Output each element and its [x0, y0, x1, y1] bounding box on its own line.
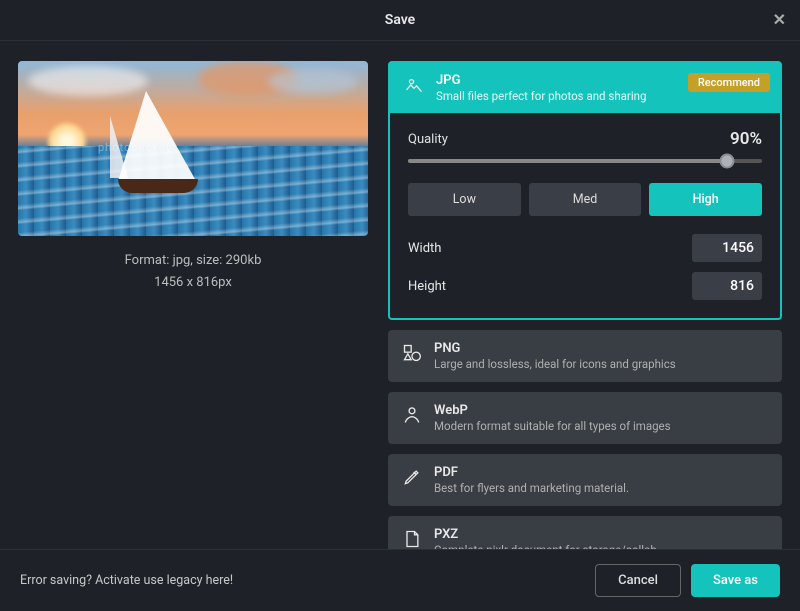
format-options: JPG Small files perfect for photos and s…: [388, 61, 782, 568]
photo-icon: [404, 75, 424, 99]
format-title: PXZ: [434, 527, 657, 542]
recommend-badge: Recommend: [688, 73, 770, 92]
cancel-button[interactable]: Cancel: [595, 564, 681, 597]
format-option-webp[interactable]: WebP Modern format suitable for all type…: [388, 392, 782, 444]
format-size-text: Format: jpg, size: 290kb: [18, 250, 368, 272]
format-subtitle: Best for flyers and marketing material.: [434, 481, 629, 495]
height-input[interactable]: [692, 272, 762, 300]
width-input[interactable]: [692, 234, 762, 262]
dialog-footer: Error saving? Activate use legacy here! …: [0, 549, 800, 611]
format-title: PDF: [434, 465, 629, 480]
format-title: JPG: [436, 73, 646, 88]
dimensions-text: 1456 x 816px: [18, 272, 368, 294]
dialog-title: Save: [385, 12, 415, 28]
format-title: WebP: [434, 403, 671, 418]
preset-med[interactable]: Med: [529, 183, 642, 216]
watermark-text: photobucket: [98, 141, 170, 154]
preset-low[interactable]: Low: [408, 183, 521, 216]
format-title: PNG: [434, 341, 676, 356]
quality-presets: Low Med High: [408, 183, 762, 216]
height-label: Height: [408, 279, 446, 294]
close-icon[interactable]: ✕: [773, 10, 786, 29]
quality-label: Quality: [408, 132, 448, 147]
person-icon: [402, 405, 422, 429]
quality-slider[interactable]: [408, 159, 762, 163]
pen-icon: [402, 467, 422, 491]
image-preview: photobucket: [18, 61, 368, 236]
width-label: Width: [408, 241, 441, 256]
preview-panel: photobucket Format: jpg, size: 290kb 145…: [18, 61, 368, 568]
format-option-png[interactable]: PNG Large and lossless, ideal for icons …: [388, 330, 782, 382]
format-subtitle: Small files perfect for photos and shari…: [436, 89, 646, 103]
format-option-jpg[interactable]: JPG Small files perfect for photos and s…: [388, 61, 782, 320]
format-option-pdf[interactable]: PDF Best for flyers and marketing materi…: [388, 454, 782, 506]
format-subtitle: Large and lossless, ideal for icons and …: [434, 357, 676, 371]
dialog-header: Save ✕: [0, 0, 800, 41]
preset-high[interactable]: High: [649, 183, 762, 216]
slider-thumb[interactable]: [719, 154, 734, 169]
shapes-icon: [402, 343, 422, 367]
format-subtitle: Modern format suitable for all types of …: [434, 419, 671, 433]
quality-value: 90%: [730, 129, 762, 149]
save-as-button[interactable]: Save as: [691, 564, 780, 597]
legacy-link[interactable]: Error saving? Activate use legacy here!: [20, 573, 233, 588]
